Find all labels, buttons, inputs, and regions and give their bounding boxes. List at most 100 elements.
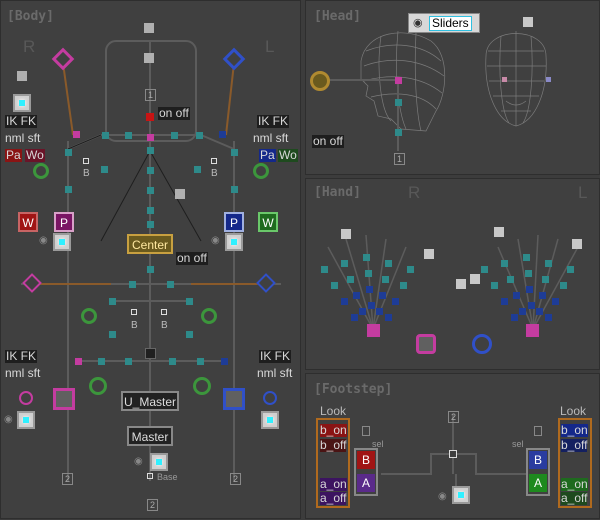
l-a-off[interactable]: a_off bbox=[561, 492, 588, 505]
l-leg-ik-fk[interactable]: IK FK bbox=[259, 350, 292, 363]
r-finger-joint[interactable] bbox=[384, 314, 392, 321]
clavicle-node[interactable] bbox=[125, 132, 132, 139]
l-hand-chip[interactable] bbox=[225, 233, 243, 251]
l-hand-eye-icon[interactable]: ◉ bbox=[211, 234, 220, 247]
r-foot-chip[interactable] bbox=[17, 411, 35, 429]
r-b-off[interactable]: b_off bbox=[320, 439, 347, 452]
r-leg-node[interactable] bbox=[129, 281, 136, 288]
l-elbow-pole[interactable] bbox=[253, 163, 269, 179]
footstep-center-box[interactable] bbox=[449, 450, 457, 458]
l-foot-chip[interactable] bbox=[261, 411, 279, 429]
r-elbow-b[interactable]: B bbox=[83, 167, 90, 180]
spine-node[interactable] bbox=[147, 147, 154, 154]
r-hand-eye-icon[interactable]: ◉ bbox=[39, 234, 48, 247]
l-finger-joint[interactable] bbox=[542, 276, 550, 283]
l-knee-pole[interactable] bbox=[201, 308, 217, 324]
spine-node[interactable] bbox=[147, 167, 154, 174]
l-leg-node[interactable] bbox=[167, 281, 174, 288]
l-finger-joint[interactable] bbox=[511, 314, 519, 321]
spine-red-dot[interactable] bbox=[146, 113, 154, 121]
r-w-button[interactable]: W bbox=[18, 212, 38, 232]
r-knee-b-box[interactable] bbox=[131, 309, 137, 315]
l-ankle-pole[interactable] bbox=[193, 377, 211, 395]
r-leg-node[interactable] bbox=[109, 298, 116, 305]
spine-node[interactable] bbox=[147, 187, 154, 194]
l-finger-joint[interactable] bbox=[524, 270, 532, 277]
r-finger-joint[interactable] bbox=[321, 266, 328, 273]
l-step-a[interactable]: A bbox=[529, 474, 547, 492]
l-finger-joint[interactable] bbox=[501, 298, 509, 305]
head-node[interactable] bbox=[395, 129, 402, 136]
r-finger-joint[interactable] bbox=[341, 260, 348, 267]
l-elbow-b[interactable]: B bbox=[211, 167, 218, 180]
l-foot-node[interactable] bbox=[197, 358, 204, 365]
r-finger-joint[interactable] bbox=[353, 292, 361, 299]
l-arm-blue-node[interactable] bbox=[219, 131, 226, 138]
l-finger-joint[interactable] bbox=[539, 292, 547, 299]
l-finger-joint[interactable] bbox=[523, 254, 530, 261]
footstep-chip[interactable] bbox=[452, 486, 470, 504]
clavicle-node[interactable] bbox=[196, 132, 203, 139]
r-toe-ring[interactable] bbox=[19, 391, 33, 405]
l-foot-node[interactable] bbox=[169, 358, 176, 365]
base-checkbox[interactable] bbox=[147, 473, 153, 479]
base-chip[interactable] bbox=[150, 453, 168, 471]
center-button[interactable]: Center bbox=[127, 234, 173, 254]
r-ankle-pole[interactable] bbox=[89, 377, 107, 395]
r-elbow-b-box[interactable] bbox=[83, 158, 89, 164]
l-finger-joint[interactable] bbox=[552, 298, 560, 305]
center-on-off[interactable]: on off bbox=[176, 252, 208, 265]
r-arm-ik-fk[interactable]: IK FK bbox=[5, 115, 38, 128]
r-ik-toggle[interactable] bbox=[17, 71, 27, 81]
r-finger-joint[interactable] bbox=[364, 270, 372, 277]
base-eye-icon[interactable]: ◉ bbox=[134, 455, 143, 468]
r-hand-square[interactable] bbox=[341, 229, 351, 239]
head-node[interactable] bbox=[395, 99, 402, 106]
l-thigh-blue-node[interactable] bbox=[221, 358, 228, 365]
l-arm-node[interactable] bbox=[231, 186, 238, 193]
r-hand-ik[interactable] bbox=[416, 334, 436, 354]
r-hand-square[interactable] bbox=[424, 249, 434, 259]
r-palm[interactable] bbox=[367, 324, 380, 337]
l-b-off[interactable]: b_off bbox=[561, 439, 588, 452]
neck-control[interactable] bbox=[144, 53, 154, 63]
r-finger-joint[interactable] bbox=[382, 276, 390, 283]
r-finger-joint[interactable] bbox=[347, 276, 355, 283]
l-arm-nml-sft[interactable]: nml sft bbox=[253, 132, 288, 145]
r-finger-joint[interactable] bbox=[407, 266, 414, 273]
l-foot-ik[interactable] bbox=[223, 388, 245, 410]
pelvis-control[interactable] bbox=[145, 348, 156, 359]
l-arm-ik-fk[interactable]: IK FK bbox=[257, 115, 290, 128]
r-foot-node[interactable] bbox=[98, 358, 105, 365]
l-knee-b[interactable]: B bbox=[161, 319, 168, 332]
r-leg-ik-fk[interactable]: IK FK bbox=[5, 350, 38, 363]
l-b-on[interactable]: b_on bbox=[561, 424, 588, 437]
l-leg-node[interactable] bbox=[186, 298, 193, 305]
r-a-off[interactable]: a_off bbox=[320, 492, 347, 505]
r-arm-node[interactable] bbox=[65, 149, 72, 156]
l-finger-joint[interactable] bbox=[481, 266, 488, 273]
l-arm-node[interactable] bbox=[194, 166, 201, 173]
neck-pink-node[interactable] bbox=[147, 134, 154, 141]
master-button[interactable]: Master bbox=[127, 426, 173, 446]
head-eye-l[interactable] bbox=[546, 77, 551, 82]
r-hand-square[interactable] bbox=[456, 279, 466, 289]
l-finger-joint[interactable] bbox=[513, 292, 521, 299]
l-finger-joint[interactable] bbox=[559, 282, 567, 289]
r-knee-b[interactable]: B bbox=[131, 319, 138, 332]
l-finger-joint[interactable] bbox=[501, 260, 508, 267]
r-finger-joint[interactable] bbox=[379, 292, 387, 299]
spine-node[interactable] bbox=[147, 207, 154, 214]
l-arm-pa[interactable]: Pa bbox=[259, 149, 276, 162]
l-hand-ring[interactable] bbox=[472, 334, 492, 354]
r-visibility-chip[interactable] bbox=[13, 94, 31, 112]
clavicle-node[interactable] bbox=[171, 132, 178, 139]
r-finger-joint[interactable] bbox=[366, 286, 374, 293]
l-finger-joint[interactable] bbox=[507, 276, 515, 283]
l-hand-square[interactable] bbox=[494, 227, 504, 237]
l-finger-joint[interactable] bbox=[536, 308, 544, 315]
r-arm-pink-node[interactable] bbox=[73, 131, 80, 138]
r-foot-node[interactable] bbox=[125, 358, 132, 365]
r-finger-joint[interactable] bbox=[351, 314, 359, 321]
r-knee-pole[interactable] bbox=[81, 308, 97, 324]
